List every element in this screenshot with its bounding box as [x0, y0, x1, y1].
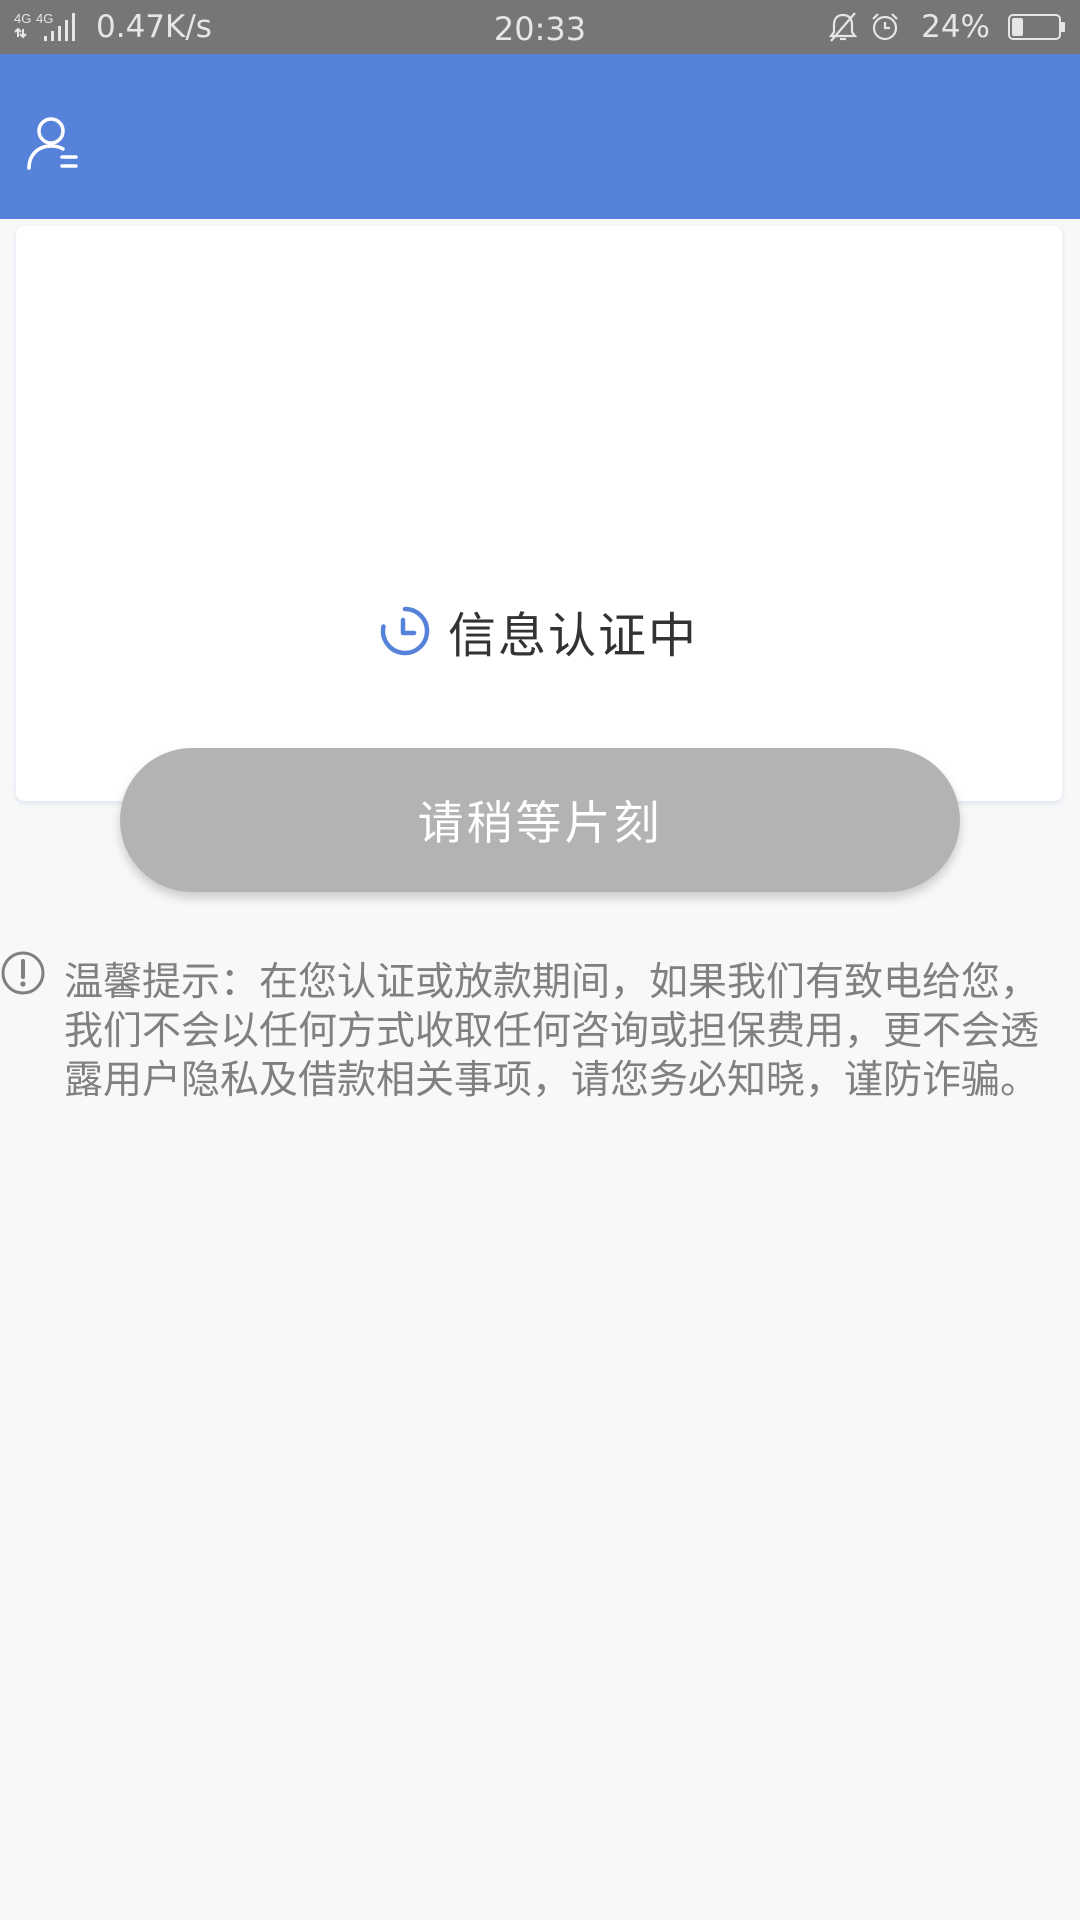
battery-percent: 24%	[921, 9, 990, 45]
clock-icon	[380, 606, 430, 656]
user-profile-icon[interactable]	[26, 114, 84, 172]
battery-icon	[1008, 14, 1066, 40]
status-text: 信息认证中	[447, 608, 698, 664]
status-card: 信息认证中	[16, 226, 1062, 801]
app-header	[0, 54, 1080, 219]
status-right: 24%	[817, 0, 1066, 54]
verification-status: 信息认证中	[16, 596, 1062, 666]
warning-icon	[1, 951, 45, 995]
status-bar: 4G 4G 0.47K/s 20:33 24%	[0, 0, 1080, 54]
wait-button[interactable]: 请稍等片刻	[120, 748, 960, 892]
alarm-icon	[872, 13, 898, 41]
tip-text: 温馨提示：在您认证或放款期间，如果我们有致电给您，我们不会以任何方式收取任何咨询…	[64, 960, 1040, 1103]
mute-icon	[828, 12, 858, 42]
